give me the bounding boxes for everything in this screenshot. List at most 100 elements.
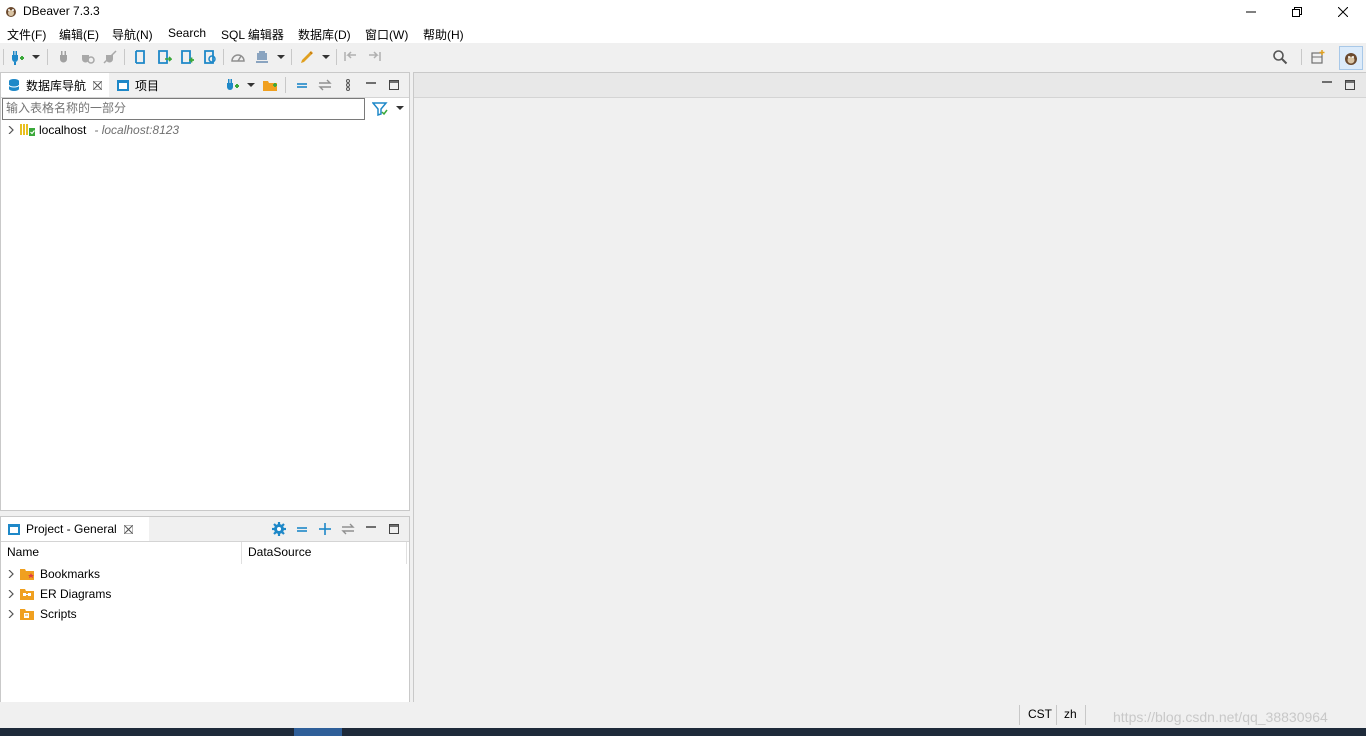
filter-dropdown[interactable] (396, 106, 404, 110)
watermark: https://blog.csdn.net/qq_38830964 (1113, 709, 1328, 725)
sql-editor-button[interactable] (131, 48, 149, 66)
menu-edit[interactable]: 编辑(E) (59, 26, 99, 43)
collapse-all-icon (297, 83, 307, 88)
menu-navigate[interactable]: 导航(N) (112, 26, 153, 43)
tools-dropdown[interactable] (322, 55, 330, 59)
new-connection-button[interactable] (8, 48, 26, 66)
back-button[interactable] (342, 48, 360, 66)
menu-window[interactable]: 窗口(W) (365, 26, 408, 43)
minimize-icon (366, 526, 376, 528)
menu-help[interactable]: 帮助(H) (423, 26, 464, 43)
disconnect-button[interactable] (101, 48, 119, 66)
minimize-view-button[interactable] (362, 76, 380, 94)
taskbar-active-app[interactable] (294, 728, 342, 736)
menu-search[interactable]: Search (168, 26, 206, 40)
link-with-editor-button[interactable] (316, 76, 334, 94)
view-menu-button[interactable] (339, 76, 357, 94)
new-connection-dropdown[interactable] (32, 55, 40, 59)
new-script-button[interactable] (155, 48, 173, 66)
database-navigator-icon (7, 78, 21, 92)
projects-icon (116, 78, 130, 92)
chevron-right-icon[interactable] (7, 570, 15, 578)
dbeaver-perspective-button[interactable] (1339, 46, 1363, 70)
list-item-scripts[interactable]: Scripts (7, 604, 77, 624)
commit-button[interactable] (253, 48, 271, 66)
menu-file[interactable]: 文件(F) (7, 26, 46, 43)
new-connection-dropdown[interactable] (247, 83, 255, 87)
maximize-icon (389, 80, 399, 90)
script-new-icon (158, 50, 172, 64)
perspective-add-icon (1311, 50, 1325, 64)
menu-sql-editor[interactable]: SQL 编辑器 (221, 26, 284, 43)
new-connection-button[interactable] (223, 76, 241, 94)
tab-project-label: Project - General (26, 522, 117, 536)
database-navigator-panel: 数据库导航 项目 输入表格名称的一部分 localhost - localhos… (0, 72, 410, 511)
link-arrows-icon (318, 79, 332, 91)
maximize-view-button[interactable] (385, 520, 403, 538)
collapse-all-button[interactable] (293, 520, 311, 538)
new-folder-button[interactable] (261, 76, 279, 94)
chevron-right-icon[interactable] (7, 610, 15, 618)
table-filter-input[interactable] (3, 99, 364, 117)
transaction-mode-button[interactable] (229, 48, 247, 66)
filter-button[interactable] (371, 101, 389, 117)
collapse-all-button[interactable] (293, 76, 311, 94)
maximize-icon (1345, 80, 1355, 90)
filter-input-wrapper (2, 98, 365, 120)
configure-button[interactable] (270, 520, 288, 538)
tab-database-navigator[interactable]: 数据库导航 (1, 73, 109, 97)
close-button[interactable] (1320, 0, 1366, 23)
menu-database[interactable]: 数据库(D) (298, 26, 351, 43)
arrow-forward-icon (369, 51, 381, 61)
script-search-icon (204, 50, 216, 64)
column-header-name[interactable]: Name (7, 545, 39, 559)
tab-projects[interactable]: 项目 (111, 73, 167, 97)
plug-refresh-icon (82, 55, 95, 64)
scripts-folder-icon (19, 607, 35, 621)
chevron-right-icon[interactable] (7, 126, 15, 134)
editor-maximize-button[interactable] (1341, 76, 1359, 94)
tab-project-general[interactable]: Project - General (1, 517, 149, 541)
connect-button[interactable] (55, 48, 73, 66)
status-timezone: CST (1028, 707, 1052, 721)
main-toolbar (0, 43, 1366, 71)
expand-all-button[interactable] (316, 520, 334, 538)
close-icon[interactable] (93, 80, 103, 90)
tab-database-navigator-label: 数据库导航 (26, 78, 87, 93)
commit-dropdown[interactable] (277, 55, 285, 59)
recent-script-button[interactable] (201, 48, 219, 66)
gear-icon (272, 522, 286, 536)
status-locale: zh (1064, 707, 1077, 721)
menu-bar: 文件(F) 编辑(E) 导航(N) Search SQL 编辑器 数据库(D) … (0, 23, 1366, 43)
expand-all-icon (319, 523, 331, 535)
open-perspective-button[interactable] (1309, 48, 1327, 66)
chevron-right-icon[interactable] (7, 590, 15, 598)
minimize-icon (1322, 81, 1332, 83)
dbeaver-logo-icon (4, 4, 18, 18)
editor-minimize-button[interactable] (1318, 75, 1336, 93)
collapse-all-icon (297, 527, 307, 532)
list-item-er-diagrams[interactable]: ER Diagrams (7, 584, 111, 604)
database-commit-icon (256, 51, 268, 63)
minimize-icon (366, 82, 376, 84)
bookmarks-folder-icon (19, 567, 35, 581)
list-item-bookmarks[interactable]: Bookmarks (7, 564, 100, 584)
connection-localhost[interactable]: localhost - localhost:8123 (7, 120, 179, 140)
plug-add-icon (227, 79, 239, 90)
taskbar (0, 728, 1366, 736)
column-header-datasource[interactable]: DataSource (248, 545, 311, 559)
link-with-editor-button[interactable] (339, 520, 357, 538)
plug-icon (60, 51, 67, 63)
navigator-tab-bar: 数据库导航 项目 (1, 73, 409, 98)
global-search-button[interactable] (1271, 48, 1289, 66)
open-script-button[interactable] (178, 48, 196, 66)
maximize-view-button[interactable] (385, 76, 403, 94)
search-icon (1273, 50, 1288, 65)
invalidate-button[interactable] (78, 48, 96, 66)
tools-button[interactable] (298, 48, 316, 66)
minimize-button[interactable] (1228, 0, 1274, 23)
close-icon[interactable] (123, 524, 133, 534)
minimize-view-button[interactable] (362, 520, 380, 538)
restore-button[interactable] (1274, 0, 1320, 23)
forward-button[interactable] (365, 48, 383, 66)
